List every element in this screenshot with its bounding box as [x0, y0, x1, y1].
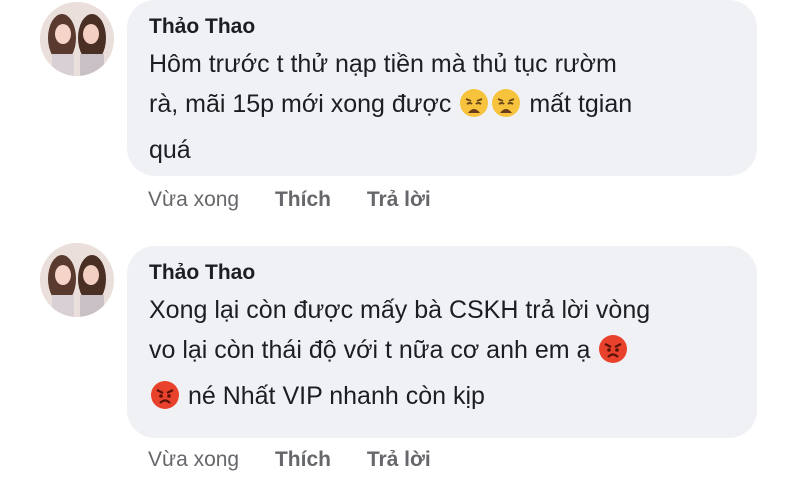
comment-bubble: Thảo Thao Xong lại còn được mấy bà CSKH …	[127, 246, 757, 438]
like-button[interactable]: Thích	[275, 188, 331, 211]
weary-face-emoji-icon	[459, 88, 489, 130]
comment-text-line: né Nhất VIP nhanh còn kịp	[181, 382, 485, 410]
comment-timestamp: Vừa xong	[148, 188, 240, 211]
comment-text-line: rà, mãi 15p mới xong được	[149, 90, 459, 118]
reply-button[interactable]: Trả lời	[367, 188, 431, 211]
reply-button[interactable]: Trả lời	[367, 448, 431, 471]
comment-text-line: vo lại còn thái độ với t nữa cơ anh em ạ	[149, 336, 598, 364]
avatar[interactable]	[40, 243, 114, 317]
like-button[interactable]: Thích	[275, 448, 331, 471]
comment-timestamp: Vừa xong	[148, 448, 240, 471]
comment-text: Hôm trước t thử nạp tiền mà thủ tục rườm…	[149, 44, 733, 170]
angry-face-emoji-icon	[598, 334, 628, 376]
comment-text: Xong lại còn được mấy bà CSKH trả lời vò…	[149, 290, 733, 422]
comment-text-line: Xong lại còn được mấy bà CSKH trả lời vò…	[149, 296, 651, 324]
avatar[interactable]	[40, 2, 114, 76]
comment-author[interactable]: Thảo Thao	[149, 14, 733, 40]
comment-text-line: quá	[149, 136, 191, 164]
comment-author[interactable]: Thảo Thao	[149, 260, 733, 286]
comment-actions: Vừa xong Thích Trả lời	[148, 188, 461, 212]
comment-text-line: mất tgian	[522, 90, 633, 118]
comment-bubble: Thảo Thao Hôm trước t thử nạp tiền mà th…	[127, 0, 757, 176]
comment-actions: Vừa xong Thích Trả lời	[148, 448, 461, 472]
comment-text-line: Hôm trước t thử nạp tiền mà thủ tục rườm	[149, 50, 617, 78]
weary-face-emoji-icon	[491, 88, 521, 130]
angry-face-emoji-icon	[150, 380, 180, 422]
